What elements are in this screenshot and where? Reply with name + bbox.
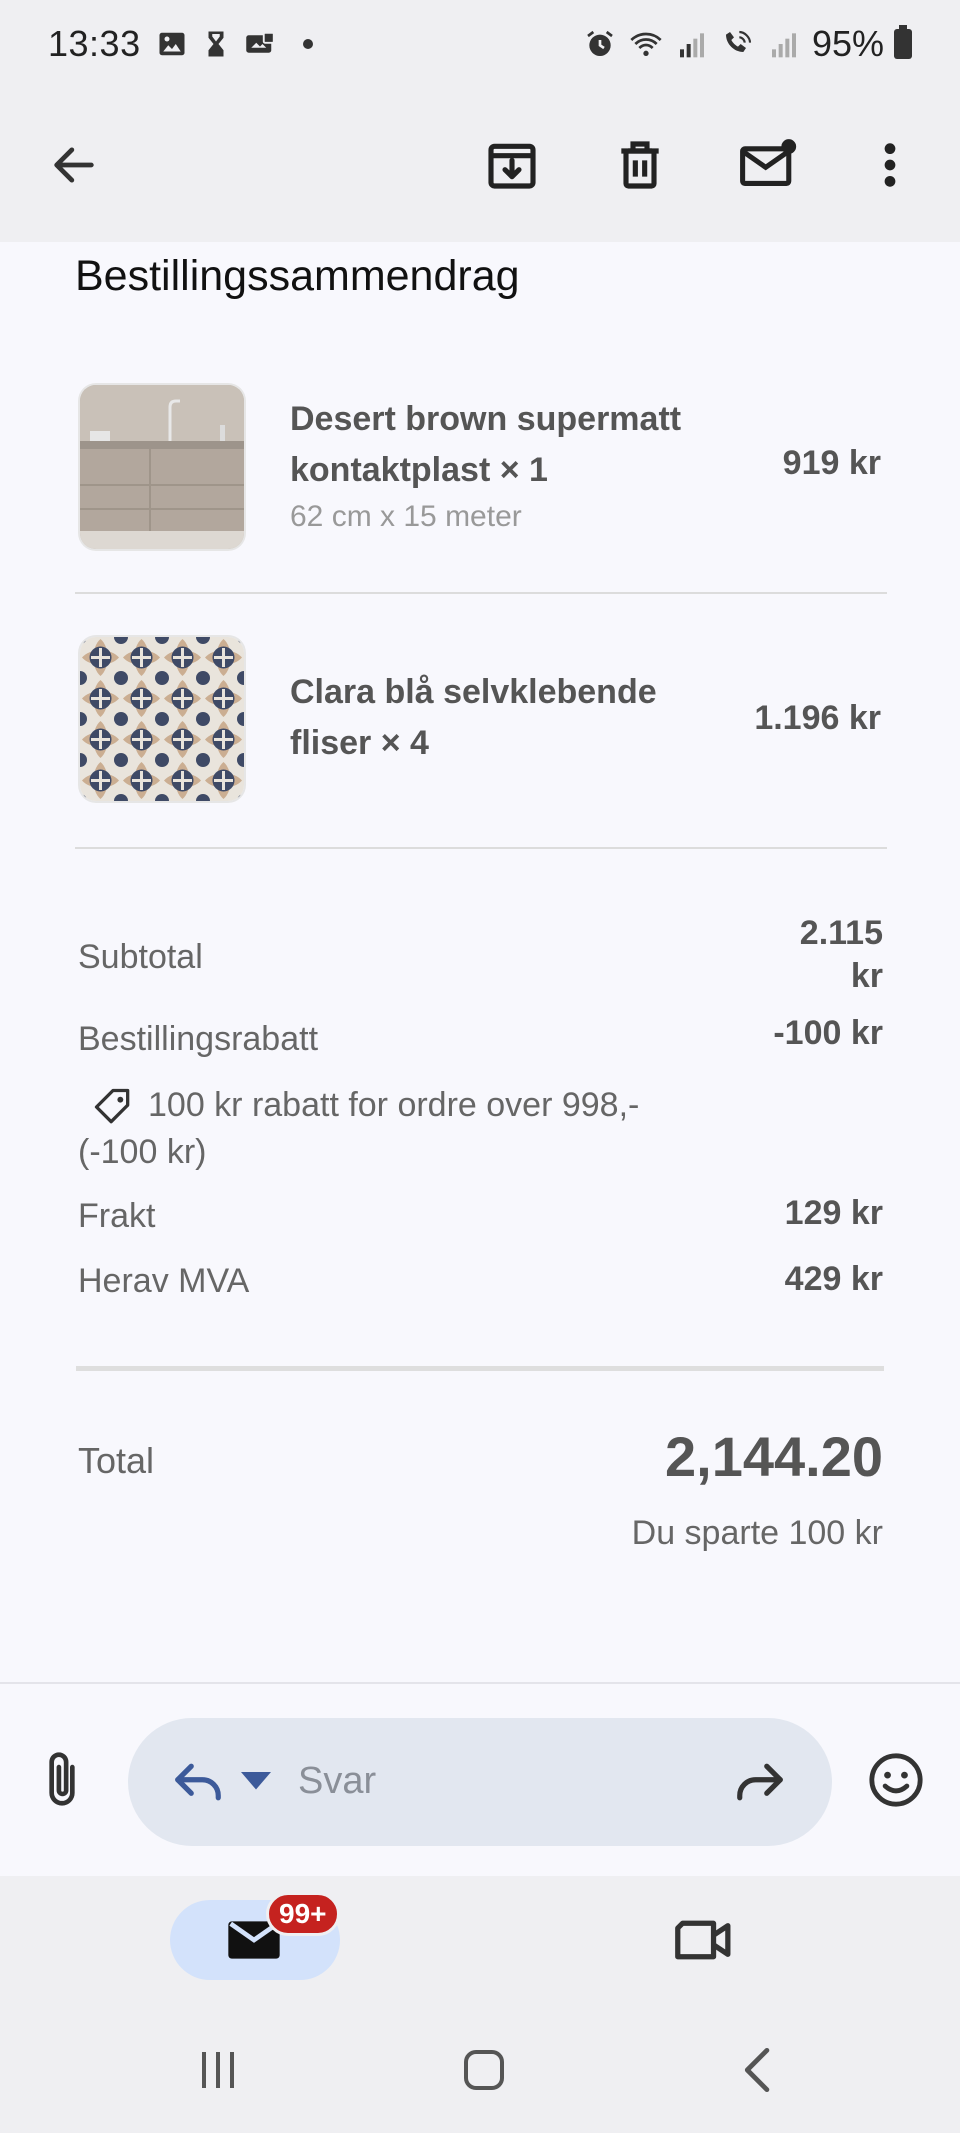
signal-icon [679,33,704,58]
product-image-kontaktplast [80,385,244,549]
status-time: 13:33 [48,23,141,64]
mark-unread-button[interactable] [728,125,808,205]
hourglass-icon [208,31,224,57]
screenshot-notification-icon [245,31,275,53]
home-button[interactable] [444,2030,524,2110]
wifi-icon [630,32,662,56]
more-notifications-dot [302,39,313,49]
order-item: Clara blå selvklebende fliser × 4 1.196 … [75,637,887,801]
reply-bar: Svar [0,1682,960,1876]
battery-percent: 95% [811,23,884,64]
archive-button[interactable] [472,125,552,205]
totals-divider [76,1366,884,1371]
product-image-clara-fliser [80,637,244,801]
wifi-calling-icon [725,30,752,52]
home-icon [464,2050,504,2090]
chevron-down-icon [241,1772,271,1790]
delete-icon [621,141,659,189]
discount-detail-text: 100 kr rabatt for ordre over 998,- (-100… [78,1086,640,1172]
subtotal-value: 2.115 kr [799,914,883,995]
email-action-bar [0,88,960,242]
unread-badge: 99+ [266,1892,340,1936]
reply-placeholder: Svar [298,1760,377,1802]
vat-label: Herav MVA [78,1262,250,1300]
subtotal-label: Subtotal [78,938,203,976]
emoji-button[interactable] [856,1740,936,1820]
recent-apps-button[interactable] [176,2030,260,2110]
video-camera-icon [675,1920,731,1960]
meet-tab[interactable] [664,1900,744,1980]
system-back-button[interactable] [716,2030,796,2110]
emoji-icon [869,1753,923,1807]
total-label: Total [78,1440,155,1481]
forward-icon [737,1763,783,1801]
total-value: 2,144.20 [665,1425,883,1488]
battery-icon [894,25,912,59]
delete-button[interactable] [600,125,680,205]
reply-icon [175,1763,221,1801]
back-button[interactable] [34,125,114,205]
divider [75,847,887,849]
system-back-icon [744,2047,770,2093]
more-options-button[interactable] [850,125,930,205]
item-price: 1.196 kr [754,699,881,737]
image-notification-icon [159,32,185,56]
mark-unread-icon [740,139,797,186]
bottom-navigation: 99+ [0,1876,960,2133]
item-variant: 62 cm x 15 meter [290,500,522,533]
recent-apps-icon [202,2052,234,2088]
discount-detail: 100 kr rabatt for ordre over 998,- (-100… [78,1082,718,1176]
back-arrow-icon [54,147,94,183]
forward-button[interactable] [720,1742,800,1822]
alarm-icon [587,30,613,56]
more-vert-icon [884,143,896,187]
discount-value: -100 kr [773,1014,883,1052]
item-price: 919 kr [782,444,881,482]
item-name: Desert brown supermatt kontaktplast × 1 [290,400,682,489]
tag-icon [94,1088,130,1124]
shipping-label: Frakt [78,1197,156,1235]
status-bar: 13:33 95% [0,0,960,88]
savings-text: Du sparte 100 kr [631,1514,883,1552]
discount-label: Bestillingsrabatt [78,1020,319,1058]
reply-field[interactable]: Svar [128,1718,832,1846]
divider [75,592,887,594]
shipping-value: 129 kr [784,1194,883,1232]
order-item: Desert brown supermatt kontaktplast × 1 … [75,382,887,549]
signal-2-icon [771,33,796,58]
email-body: Bestillingssammendrag Desert brown super… [0,242,960,1682]
paperclip-icon [49,1752,75,1806]
vat-value: 429 kr [784,1260,883,1298]
reply-options-dropdown[interactable] [226,1742,286,1822]
item-name: Clara blå selvklebende fliser × 4 [290,673,657,762]
attach-button[interactable] [22,1740,102,1820]
archive-icon [488,143,536,189]
order-summary-title: Bestillingssammendrag [75,252,520,300]
